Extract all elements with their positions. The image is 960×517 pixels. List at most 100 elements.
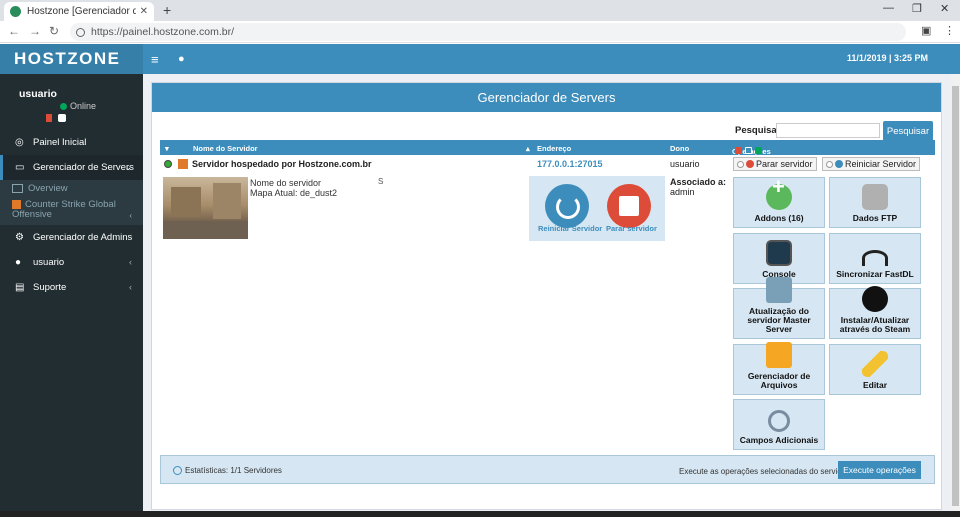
quick-restart-label[interactable]: Reiniciar Servidor [538, 224, 602, 233]
footer-bar: Estatísticas: 1/1 Servidores Execute as … [160, 455, 935, 484]
file-manager-button[interactable]: Gerenciador de Arquivos [733, 342, 825, 395]
restart-all-icon[interactable] [745, 147, 752, 154]
stats: Estatísticas: 1/1 Servidores [173, 466, 282, 475]
sidebar-item-servers[interactable]: ▭ Gerenciador de Servers ⌄ [0, 155, 143, 180]
camera-icon[interactable] [58, 114, 66, 122]
scrollbar-thumb[interactable] [952, 86, 959, 506]
profile-icon[interactable]: ▣ [921, 24, 931, 37]
map-thumbnail [163, 177, 248, 239]
gears-icon: ⚙ [15, 232, 24, 243]
addons-button[interactable]: Addons (16) [733, 177, 825, 228]
reload-icon[interactable]: ↻ [49, 24, 59, 38]
minimize-button[interactable]: — [883, 2, 894, 14]
restart-server-option[interactable]: Reiniciar Servidor [822, 157, 921, 171]
sidebar-item-label: Gerenciador de Servers [33, 162, 134, 173]
server-status-icon[interactable] [164, 160, 172, 168]
servers-box: Gerenciador de Servers Pesquisar: Pesqui… [151, 82, 942, 510]
new-tab-button[interactable]: + [163, 2, 171, 18]
console-icon [766, 240, 792, 266]
col-address[interactable]: Endereço [537, 144, 571, 153]
sidebar-item-label: Overview [28, 183, 68, 194]
col-name[interactable]: Nome do Servidor [193, 144, 258, 153]
servers-submenu: Overview Counter Strike Global Offensive… [0, 180, 143, 225]
server-info-map: Mapa Atual: de_dust2 [250, 188, 338, 198]
sidebar-item-suporte[interactable]: ▤ Suporte ‹ [0, 275, 143, 300]
fastdl-button[interactable]: Sincronizar FastDL [829, 233, 921, 284]
sync-icon [862, 250, 888, 266]
sidebar-item-overview[interactable]: Overview [0, 180, 143, 197]
chevron-down-icon: ⌄ [124, 162, 132, 172]
laptop-icon: ▭ [15, 162, 25, 173]
sidebar-username: usuario [19, 88, 57, 100]
sidebar: usuario Online ◎ Painel Inicial ▭ Gerenc… [0, 74, 143, 517]
online-label: Online [70, 101, 97, 111]
menu-dots-icon[interactable]: ⋮ [944, 24, 955, 37]
ftp-icon [862, 184, 888, 210]
dashboard-icon: ◎ [15, 137, 24, 148]
app-header: HOSTZONE ≡ ● 11/1/2019 | 3:25 PM [0, 44, 960, 74]
url-field[interactable]: https://painel.hostzone.com.br/ [70, 23, 906, 41]
support-icon: ▤ [15, 282, 25, 293]
server-owner: usuario [670, 159, 700, 169]
ftp-button[interactable]: Dados FTP [829, 177, 921, 228]
favicon-icon [10, 6, 21, 17]
drop-icon[interactable]: ● [178, 53, 185, 65]
pencil-icon [862, 351, 888, 377]
taskbar-strip [0, 511, 960, 517]
chevron-left-icon: ‹ [129, 257, 132, 267]
server-name[interactable]: Servidor hospedado por Hostzone.com.br [192, 159, 372, 169]
master-icon [766, 277, 792, 303]
forward-icon[interactable]: → [29, 24, 41, 38]
sidebar-item-label: Counter Strike Global Offensive [12, 199, 116, 221]
browser-tab[interactable]: Hostzone [Gerenciador de jogos ✕ [4, 2, 154, 21]
search-input[interactable] [776, 123, 880, 138]
server-info-name: Nome do servidor [250, 178, 322, 188]
stop-all-icon[interactable] [735, 147, 742, 154]
site-info-icon[interactable] [76, 27, 85, 37]
sidebar-item-label: Painel Inicial [33, 137, 87, 148]
radio-icon[interactable] [737, 160, 744, 168]
exec-label: Execute as operações selecionadas do ser… [679, 467, 849, 476]
stop-server-option[interactable]: Parar servidor [733, 157, 817, 171]
radio-icon[interactable] [826, 160, 833, 168]
edit-button[interactable]: Editar [829, 344, 921, 395]
back-icon[interactable]: ← [8, 24, 20, 38]
sidebar-item-usuario[interactable]: ● usuario ‹ [0, 250, 143, 275]
server-address[interactable]: 177.0.0.1:27015 [537, 159, 603, 169]
tile-label: Instalar/Atualizar através do Steam [839, 315, 911, 334]
quick-stop-icon[interactable] [607, 184, 651, 228]
tab-title: Hostzone [Gerenciador de jogos [27, 6, 136, 17]
quick-restart-icon[interactable] [545, 184, 589, 228]
sidebar-item-label: usuario [33, 257, 65, 268]
sidebar-item-admins[interactable]: ⚙ Gerenciador de Admins [0, 225, 143, 250]
user-panel: usuario Online [0, 74, 143, 130]
close-window-button[interactable]: ✕ [940, 2, 949, 15]
extra-fields-button[interactable]: Campos Adicionais [733, 399, 825, 450]
col-owner[interactable]: Dono [670, 144, 689, 153]
select-all-icon[interactable]: ▾ [165, 144, 169, 153]
page-scrollbar[interactable] [951, 74, 960, 517]
hamburger-icon[interactable]: ≡ [151, 52, 159, 67]
sidebar-item-csgo[interactable]: Counter Strike Global Offensive ‹ [0, 197, 143, 225]
steam-button[interactable]: Instalar/Atualizar através do Steam [829, 286, 921, 339]
online-status: Online [60, 101, 96, 111]
search-button[interactable]: Pesquisar [883, 121, 933, 141]
maximize-button[interactable]: ❐ [912, 2, 922, 15]
quick-stop-label[interactable]: Parar servidor [606, 224, 657, 233]
tab-close-icon[interactable]: ✕ [140, 6, 148, 17]
user-actions [46, 114, 66, 122]
sidebar-item-painel[interactable]: ◎ Painel Inicial [0, 130, 143, 155]
logo-area[interactable]: HOSTZONE [0, 44, 143, 74]
associated-info: Associado a: admin [670, 177, 726, 197]
url-text: https://painel.hostzone.com.br/ [91, 26, 234, 38]
stop-label: Parar servidor [756, 159, 813, 169]
overview-icon [12, 184, 23, 193]
sort-icon: ▴ [526, 144, 530, 153]
sidebar-item-label: Suporte [33, 282, 67, 293]
trash-icon[interactable] [46, 114, 52, 122]
execute-operations-button[interactable]: Execute operações [838, 461, 921, 479]
start-all-icon[interactable] [755, 147, 762, 154]
master-server-button[interactable]: Atualização do servidor Master Server [733, 277, 825, 339]
stop-icon [746, 160, 754, 168]
folder-icon [766, 342, 792, 368]
